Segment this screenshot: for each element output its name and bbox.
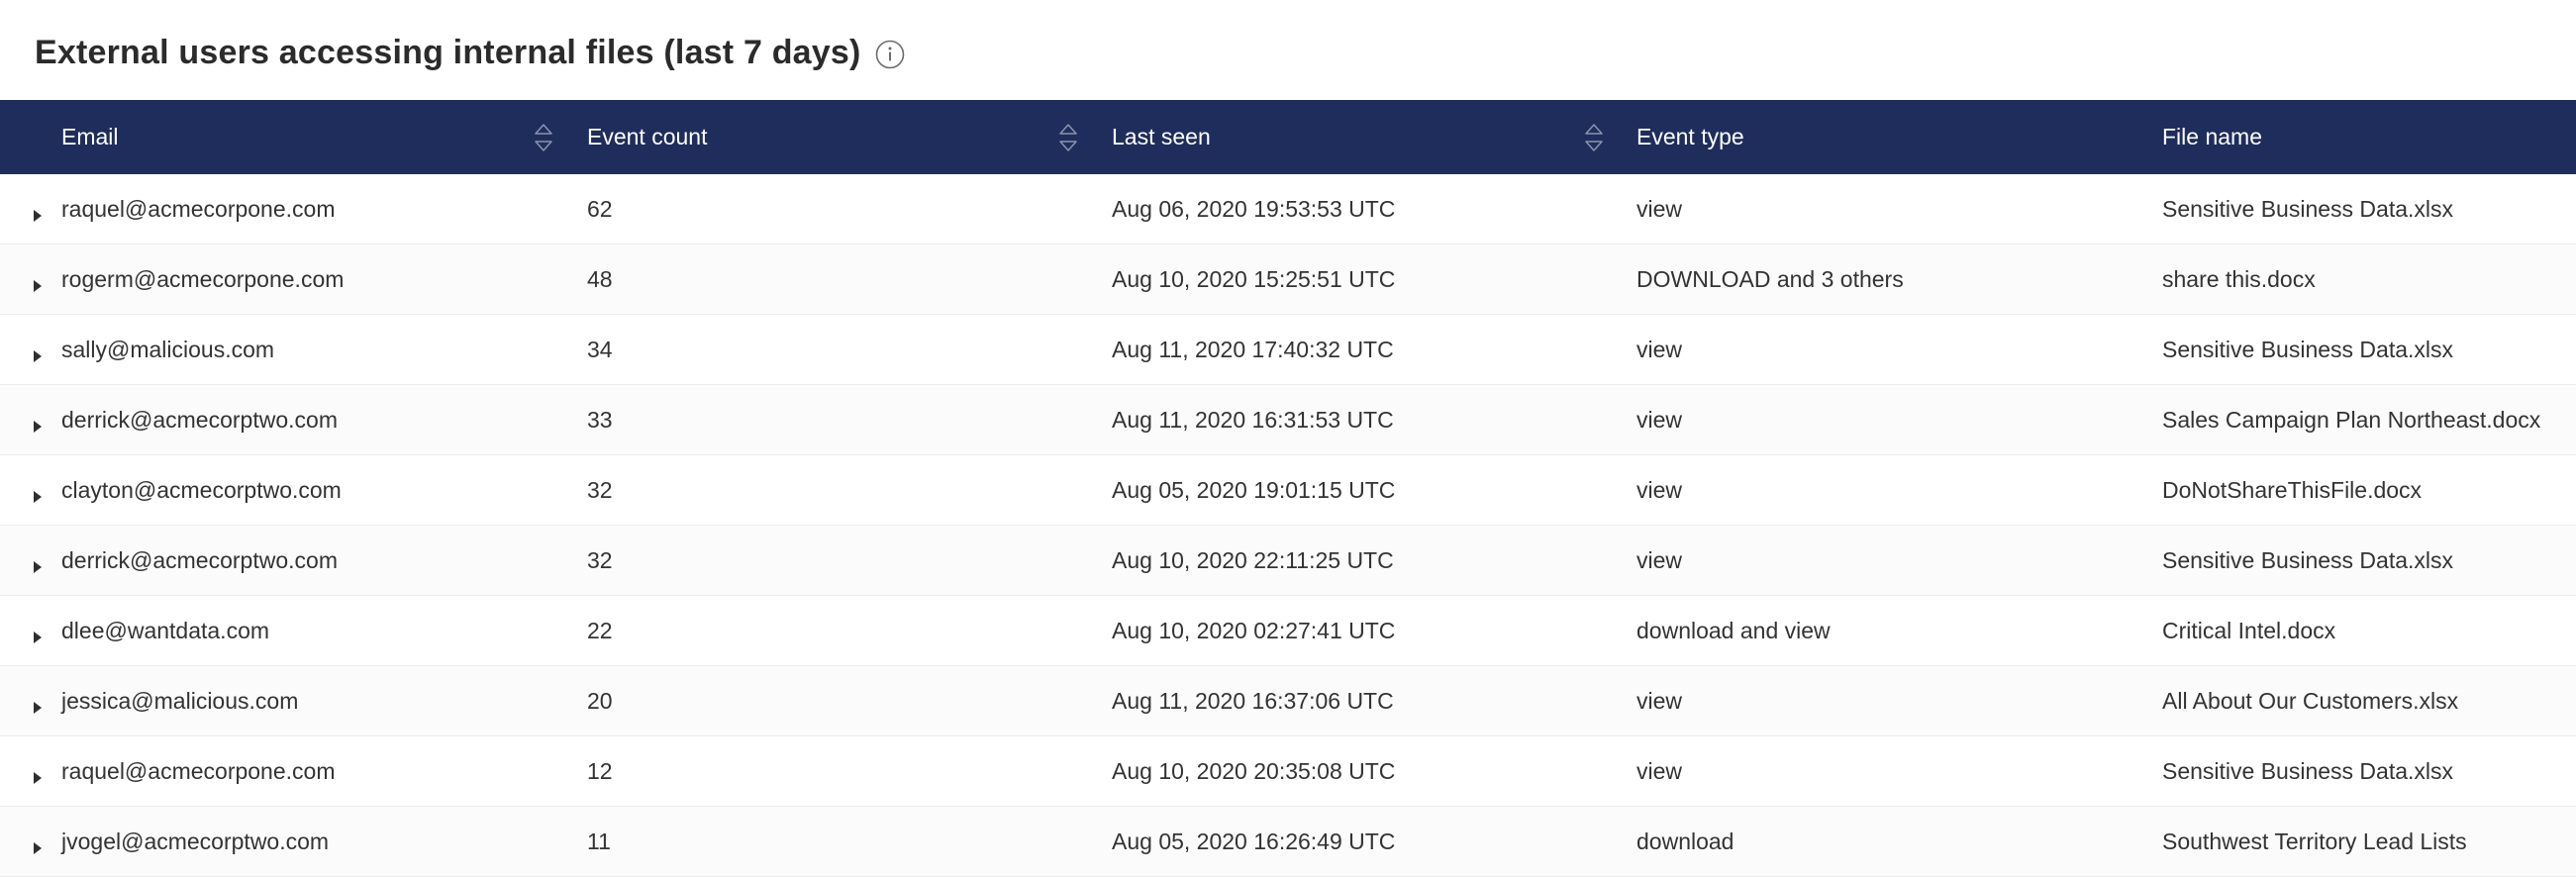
cell-event-type: DOWNLOAD and 3 others [1636, 266, 1904, 292]
cell-last-seen: Aug 10, 2020 22:11:25 UTC [1112, 547, 1394, 573]
cell-file-name: Sensitive Business Data.xlsx [2162, 337, 2454, 362]
table-row[interactable]: derrick@acmecorptwo.com 33 Aug 11, 2020 16… [0, 385, 2576, 455]
cell-last-seen: Aug 05, 2020 16:26:49 UTC [1112, 828, 1396, 854]
table-row[interactable]: sally@malicious.com 34 Aug 11, 2020 17:40:… [0, 315, 2576, 385]
cell-count: 11 [587, 828, 611, 854]
caret-right-icon[interactable] [33, 834, 43, 854]
cell-email: derrick@acmecorptwo.com [61, 407, 338, 433]
cell-event-type: download and view [1636, 618, 1831, 643]
cell-email: sally@malicious.com [61, 337, 275, 362]
table-row[interactable]: rogerm@acmecorpone.com 48 Aug 10, 2020 15:… [0, 244, 2576, 315]
caret-right-icon[interactable] [33, 694, 43, 714]
cell-event-type: download [1636, 828, 1734, 854]
cell-last-seen: Aug 06, 2020 19:53:53 UTC [1112, 196, 1396, 222]
cell-count: 48 [587, 266, 613, 292]
table-row[interactable]: derrick@acmecorptwo.com 32 Aug 10, 2020 22… [0, 526, 2576, 596]
cell-event-type: view [1636, 758, 1683, 784]
table-row[interactable]: jvogel@acmecorptwo.com 11 Aug 05, 2020 16:… [0, 807, 2576, 877]
cell-email: raquel@acmecorpone.com [61, 196, 336, 222]
caret-right-icon[interactable] [33, 483, 43, 503]
sort-icon[interactable] [1583, 120, 1605, 155]
cell-count: 32 [587, 547, 613, 573]
caret-right-icon[interactable] [33, 272, 43, 292]
cell-email: jessica@malicious.com [61, 688, 299, 714]
cell-count: 22 [587, 618, 613, 643]
cell-file-name: All About Our Customers.xlsx [2162, 688, 2459, 714]
cell-email: raquel@acmecorpone.com [61, 758, 336, 784]
events-table: Email Event count Last seen Event type File … [0, 100, 2576, 877]
caret-right-icon[interactable] [33, 764, 43, 784]
table-header: Email Event count Last seen Event type File … [0, 100, 2576, 174]
report-panel: External users accessing internal files … [0, 0, 2576, 877]
column-header-email[interactable]: Email [61, 100, 119, 174]
cell-count: 20 [587, 688, 613, 714]
cell-event-type: view [1636, 477, 1683, 503]
cell-email: clayton@acmecorptwo.com [61, 477, 342, 503]
cell-last-seen: Aug 11, 2020 16:31:53 UTC [1112, 407, 1394, 433]
column-header-last-seen[interactable]: Last seen [1112, 100, 1211, 174]
cell-email: dlee@wantdata.com [61, 618, 270, 643]
cell-file-name: Sensitive Business Data.xlsx [2162, 196, 2454, 222]
cell-count: 34 [587, 337, 613, 362]
column-header-count[interactable]: Event count [587, 100, 707, 174]
cell-file-name: DoNotShareThisFile.docx [2162, 477, 2423, 503]
column-header-file-name: File name [2162, 124, 2262, 149]
caret-right-icon[interactable] [33, 553, 43, 573]
caret-right-icon[interactable] [33, 342, 43, 362]
cell-file-name: Critical Intel.docx [2162, 618, 2336, 643]
caret-right-icon[interactable] [33, 202, 43, 222]
cell-email: derrick@acmecorptwo.com [61, 547, 338, 573]
cell-email: jvogel@acmecorptwo.com [61, 828, 330, 854]
cell-file-name: Sensitive Business Data.xlsx [2162, 547, 2454, 573]
table-row[interactable]: dlee@wantdata.com 22 Aug 10, 2020 02:27:41… [0, 596, 2576, 666]
cell-file-name: Sales Campaign Plan Northeast.docx [2162, 407, 2541, 433]
table-row[interactable]: clayton@acmecorptwo.com 32 Aug 05, 2020 19… [0, 455, 2576, 526]
table-row[interactable]: raquel@acmecorpone.com 12 Aug 10, 2020 20:… [0, 736, 2576, 807]
cell-event-type: view [1636, 196, 1683, 222]
cell-file-name: share this.docx [2162, 266, 2316, 292]
cell-email: rogerm@acmecorpone.com [61, 266, 345, 292]
cell-count: 33 [587, 407, 613, 433]
cell-last-seen: Aug 11, 2020 17:40:32 UTC [1112, 337, 1394, 362]
column-header-event-type: Event type [1636, 124, 1744, 149]
cell-event-type: view [1636, 688, 1683, 714]
caret-right-icon[interactable] [33, 413, 43, 433]
cell-last-seen: Aug 10, 2020 02:27:41 UTC [1112, 618, 1396, 643]
cell-event-type: view [1636, 337, 1683, 362]
page-title: External users accessing internal files … [35, 34, 861, 71]
cell-file-name: Sensitive Business Data.xlsx [2162, 758, 2454, 784]
info-icon[interactable] [875, 40, 905, 69]
caret-right-icon[interactable] [33, 624, 43, 643]
sort-icon[interactable] [1057, 120, 1079, 155]
table-row[interactable]: raquel@acmecorpone.com 62 Aug 06, 2020 19:… [0, 174, 2576, 244]
table-row[interactable]: jessica@malicious.com 20 Aug 11, 2020 16:3… [0, 666, 2576, 736]
cell-event-type: view [1636, 547, 1683, 573]
title-bar: External users accessing internal files … [0, 0, 2576, 100]
cell-count: 12 [587, 758, 613, 784]
cell-count: 32 [587, 477, 613, 503]
cell-last-seen: Aug 10, 2020 20:35:08 UTC [1112, 758, 1396, 784]
cell-last-seen: Aug 10, 2020 15:25:51 UTC [1112, 266, 1396, 292]
table-body: raquel@acmecorpone.com 62 Aug 06, 2020 19:… [0, 174, 2576, 877]
cell-count: 62 [587, 196, 613, 222]
cell-event-type: view [1636, 407, 1683, 433]
cell-file-name: Southwest Territory Lead Lists [2162, 828, 2467, 854]
cell-last-seen: Aug 05, 2020 19:01:15 UTC [1112, 477, 1396, 503]
sort-icon[interactable] [533, 120, 554, 155]
cell-last-seen: Aug 11, 2020 16:37:06 UTC [1112, 688, 1394, 714]
